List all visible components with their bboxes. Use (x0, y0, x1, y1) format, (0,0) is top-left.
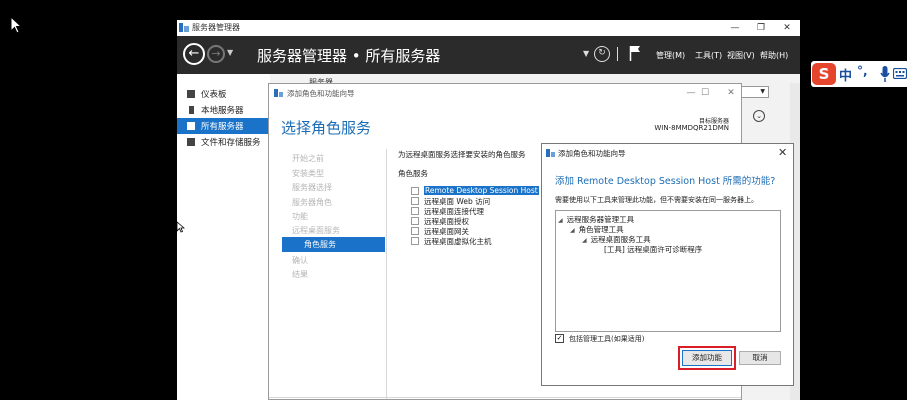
collapse-triangle-icon[interactable]: ◢ (558, 217, 563, 224)
menu-tools[interactable]: 工具(T) (695, 50, 722, 61)
server-icon (189, 106, 194, 114)
sidebar-item-local-server[interactable]: 本地服务器 (177, 102, 270, 118)
expand-chevron-icon[interactable]: ⌄ (753, 110, 765, 122)
tree-item-label: 角色管理工具 (578, 225, 624, 234)
cancel-button[interactable]: 取消 (739, 351, 781, 365)
servers-icon (187, 122, 195, 130)
restore-button[interactable]: ❐ (748, 20, 774, 36)
wizard-divider (386, 149, 387, 399)
dialog-description: 需要使用以下工具来管理此功能，但不需要安装在同一服务器上。 (555, 196, 758, 204)
add-features-dialog: 添加角色和功能向导 ✕ 添加 Remote Desktop Session Ho… (541, 143, 794, 386)
tree-item[interactable]: [工具] 远程桌面许可诊断程序 (604, 244, 702, 255)
chevron-down-icon: ▼ (760, 88, 765, 95)
wizard-heading: 选择角色服务 (281, 119, 372, 137)
role-checkbox[interactable] (411, 217, 419, 225)
back-arrow-icon[interactable]: ← (183, 43, 205, 65)
menu-view[interactable]: 视图(V) (727, 50, 755, 61)
refresh-icon[interactable]: ↻ (594, 46, 610, 62)
tree-item-label: [工具] 远程桌面许可诊断程序 (604, 245, 703, 254)
wizard-maximize-button[interactable]: ☐ (692, 85, 718, 101)
destination-server-value: WIN-8MMDQR21DMN (654, 124, 729, 132)
microphone-icon[interactable] (880, 66, 890, 82)
wizard-step[interactable]: 结果 (292, 269, 308, 280)
role-service-label: Remote Desktop Session Host (424, 186, 539, 195)
minimize-button[interactable]: — (722, 20, 748, 36)
role-services-header: 角色服务 (398, 169, 428, 178)
sidebar-item-label: 文件和存储服务 (201, 138, 261, 148)
close-button[interactable]: ✕ (774, 20, 800, 36)
header-divider (617, 47, 618, 61)
breadcrumb: 服务器管理器 • 所有服务器 (257, 47, 441, 65)
wizard-step[interactable]: 功能 (292, 211, 308, 222)
nav-history-dropdown-icon[interactable]: ▼ (227, 48, 233, 57)
sogou-logo-icon[interactable]: S (812, 63, 836, 85)
forward-arrow-icon[interactable]: → (207, 45, 225, 63)
sidebar-item-file-storage[interactable]: 文件和存储服务 (177, 134, 270, 150)
mouse-cursor-icon (176, 221, 185, 233)
server-manager-app-icon (179, 23, 189, 32)
collapse-triangle-icon[interactable]: ◢ (570, 227, 575, 234)
dashboard-icon (187, 90, 195, 98)
menu-help[interactable]: 帮助(H) (760, 50, 788, 61)
wizard-close-button[interactable]: ✕ (718, 85, 741, 101)
sidebar-item-all-servers[interactable]: 所有服务器 (177, 118, 270, 134)
wizard-title: 添加角色和功能向导 (287, 89, 355, 98)
mouse-cursor-icon (10, 16, 22, 34)
tree-item-label: 远程服务器管理工具 (566, 215, 635, 224)
dialog-heading: 添加 Remote Desktop Session Host 所需的功能? (555, 176, 776, 187)
wizard-footer-divider (269, 397, 741, 398)
caret-down-icon[interactable]: ▼ (583, 49, 589, 58)
wizard-step[interactable]: 确认 (292, 255, 308, 266)
server-manager-sidebar: 仪表板 本地服务器 所有服务器 文件和存储服务 (177, 74, 270, 400)
include-tools-checkbox[interactable]: ✓ (555, 334, 564, 343)
collapse-triangle-icon[interactable]: ◢ (582, 237, 587, 244)
server-manager-titlebar: 服务器管理器 — ❐ ✕ (177, 20, 800, 36)
wizard-step[interactable]: 服务器角色 (292, 197, 332, 208)
server-manager-header: ← → ▼ 服务器管理器 • 所有服务器 ▼ ↻ 管理(M) 工具(T) 视图(… (177, 36, 800, 74)
role-checkbox[interactable] (411, 237, 419, 245)
sidebar-item-dashboard[interactable]: 仪表板 (177, 86, 270, 102)
features-tree[interactable]: ◢ 远程服务器管理工具 ◢ 角色管理工具 ◢ 远程桌面服务工具 [工具] 远程桌面许可… (555, 210, 781, 332)
sidebar-item-label: 本地服务器 (201, 106, 244, 116)
wizard-step[interactable]: 开始之前 (292, 153, 324, 164)
wizard-app-icon (274, 89, 283, 97)
close-icon[interactable]: ✕ (778, 146, 787, 159)
add-features-button[interactable]: 添加功能 (678, 346, 736, 370)
sidebar-item-label: 仪表板 (201, 90, 227, 100)
ime-punctuation-toggle[interactable]: °, (857, 64, 868, 78)
role-checkbox[interactable] (411, 207, 419, 215)
role-checkbox[interactable] (411, 197, 419, 205)
role-checkbox[interactable] (411, 227, 419, 235)
tree-item-label: 远程桌面服务工具 (590, 235, 651, 244)
include-tools-label: 包括管理工具(如果适用) (569, 335, 645, 343)
notification-flag-icon[interactable] (629, 45, 641, 61)
role-service-label: 远程桌面虚拟化主机 (424, 237, 492, 246)
wizard-description: 为远程桌面服务选择要安装的角色服务 (398, 150, 526, 159)
keyboard-icon[interactable] (893, 68, 907, 79)
wizard-step[interactable]: 安装类型 (292, 168, 324, 179)
storage-icon (187, 138, 195, 146)
wizard-step[interactable]: 远程桌面服务 (292, 225, 340, 236)
wizard-step[interactable]: 服务器选择 (292, 182, 332, 193)
dialog-title: 添加角色和功能向导 (558, 149, 626, 158)
wizard-step-active[interactable]: 角色服务 (282, 237, 385, 252)
menu-manage[interactable]: 管理(M) (656, 50, 685, 61)
dialog-app-icon (546, 149, 555, 157)
wizard-step-label: 角色服务 (304, 240, 336, 249)
ime-language-toggle[interactable]: 中 (839, 65, 852, 84)
ime-toolbar: S 中 °, (811, 61, 907, 87)
wizard-titlebar: 添加角色和功能向导 — ☐ ✕ (269, 84, 741, 102)
role-checkbox[interactable] (411, 187, 419, 195)
sidebar-item-label: 所有服务器 (201, 122, 244, 132)
server-manager-title: 服务器管理器 (192, 23, 240, 32)
